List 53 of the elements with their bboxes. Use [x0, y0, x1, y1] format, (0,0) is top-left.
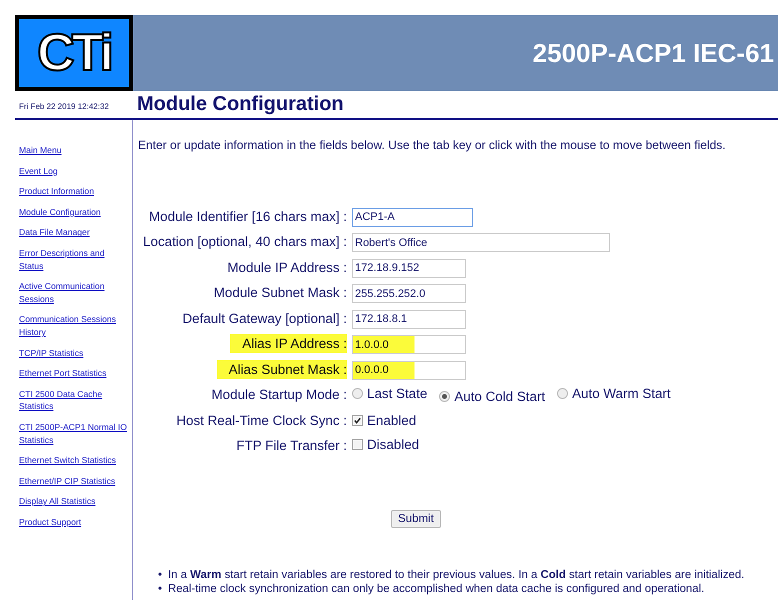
radio-button[interactable]: [557, 388, 568, 400]
sidebar-link[interactable]: Product Support: [19, 516, 130, 528]
bullet: •: [158, 568, 162, 582]
field-label: Alias IP Address :: [230, 334, 347, 354]
sidebar-link[interactable]: Event Log: [19, 164, 130, 178]
option-label: Auto Warm Start: [572, 386, 671, 402]
note-text: Real-time clock synchronization can only be accomplished when data cache is configured and operational.: [168, 582, 704, 596]
sidebar-link[interactable]: Ethernet Switch Statistics: [19, 454, 130, 467]
sidebar-link[interactable]: Ethernet/IP CIP Statistics: [19, 474, 130, 488]
sidebar-link[interactable]: Active Communication Sessions: [19, 280, 130, 306]
text-field[interactable]: Robert's Office: [352, 233, 610, 252]
text-field[interactable]: 255.255.252.0: [352, 284, 466, 303]
submit-button[interactable]: Submit: [391, 510, 441, 528]
option-label: Disabled: [367, 437, 420, 452]
logo-text: CTi: [37, 27, 111, 79]
sidebar-link[interactable]: CTI 2500P-ACP1 Normal IO Statistics: [19, 420, 130, 446]
sidebar-link[interactable]: Data File Manager: [19, 226, 130, 239]
field-label: Host Real-Time Clock Sync :: [176, 412, 347, 428]
text-field[interactable]: 172.18.8.1: [352, 310, 466, 328]
field-label: FTP File Transfer :: [236, 438, 347, 454]
option-label: Enabled: [367, 412, 416, 428]
text-field[interactable]: 172.18.9.152: [352, 258, 466, 278]
sidebar-link[interactable]: TCP/IP Statistics: [19, 346, 130, 360]
sidebar-link[interactable]: Module Configuration: [19, 206, 130, 218]
note-text: In a Warm start retain variables are restored to their previous values. In a Cold start retain variables are initialized.: [168, 568, 744, 582]
field-label: Module IP Address :: [227, 260, 347, 275]
field-label: Default Gateway [optional] :: [182, 310, 347, 326]
radio-button[interactable]: [439, 391, 450, 402]
sidebar-link[interactable]: Product Information: [19, 185, 130, 198]
text-field[interactable]: ACP1-A: [352, 208, 473, 226]
text-field[interactable]: 0.0.0.0: [352, 360, 466, 380]
field-label: Alias Subnet Mask :: [216, 360, 347, 379]
field-label: Location [optional, 40 chars max] :: [143, 234, 347, 250]
checkbox[interactable]: [352, 439, 363, 450]
checkbox[interactable]: [352, 414, 363, 426]
field-label: Module Subnet Mask :: [214, 285, 347, 300]
sidebar-link[interactable]: Main Menu: [19, 144, 130, 157]
page-title: Module Configuration: [137, 93, 344, 116]
intro-text: Enter or update information in the fields below. Use the tab key or click with the mouse to move between fields.: [138, 138, 727, 152]
sidebar-link[interactable]: Communication Sessions History: [19, 313, 130, 339]
field-label: Module Startup Mode :: [212, 387, 347, 402]
sidebar-link[interactable]: Display All Statistics: [19, 495, 130, 508]
sidebar-link[interactable]: Error Descriptions and Status: [19, 246, 130, 272]
option-label: Last State: [367, 386, 428, 402]
sidebar-link[interactable]: Ethernet Port Statistics: [19, 367, 130, 380]
bullet: •: [158, 582, 162, 596]
text-field[interactable]: 1.0.0.0: [352, 335, 466, 354]
field-label: Module Identifier [16 chars max] :: [149, 208, 347, 224]
banner-title: 2500P-ACP1 IEC-61: [532, 38, 774, 68]
radio-button[interactable]: [352, 388, 363, 400]
sidebar-link[interactable]: CTI 2500 Data Cache Statistics: [19, 388, 130, 413]
option-label: Auto Cold Start: [454, 389, 546, 404]
date-time: Fri Feb 22 2019 12:42:32: [19, 102, 109, 110]
